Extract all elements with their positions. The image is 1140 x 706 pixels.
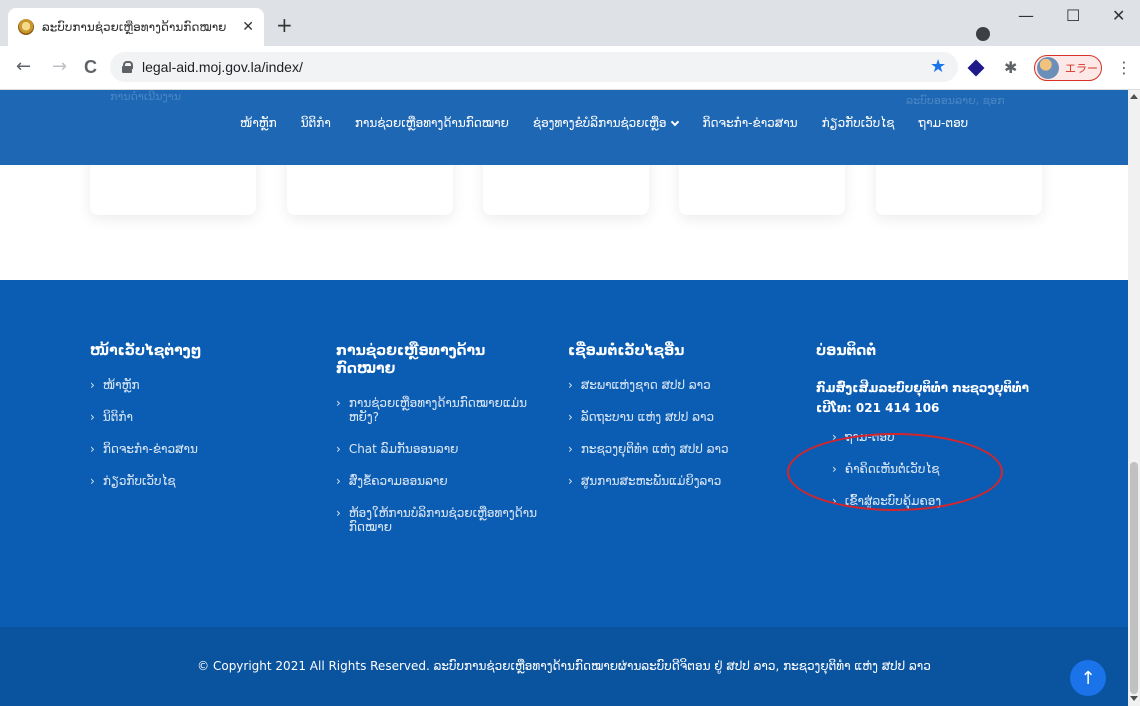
contact-organization: ກົມສົ່ງເສີມລະບົບຍຸຕິທຳ ກະຊວງຍຸຕິທຳ: [816, 381, 1029, 395]
new-tab-button[interactable]: +: [276, 15, 293, 35]
footer-link[interactable]: › ຫ້ອງໃຫ້ການບໍລິການຊ່ວຍເຫຼືອທາງດ້ານກົດໝາຍ: [336, 506, 546, 534]
window-maximize-button[interactable]: ☐: [1066, 6, 1080, 25]
forward-button[interactable]: →: [52, 58, 67, 76]
chevron-right-icon: ›: [336, 396, 341, 410]
arrow-up-icon: ↑: [1080, 667, 1096, 689]
profile-error-button[interactable]: エラー: [1034, 55, 1102, 81]
page-viewport: ການດຳເນີນງານ ລະບົບອອນລາຍ, ຊອກ ໜ້າຫຼັກ ນິ…: [0, 90, 1128, 706]
footer-link-label: ນິຕິກຳ: [102, 410, 133, 424]
footer-column-external-links: ເຊື່ອມຕໍ່ເວັບໄຊອື່ນ › ສະພາແຫ່ງຊາດ ສປປ ລາວ…: [568, 342, 778, 506]
footer-link[interactable]: › ລັດຖະບານ ແຫ່ງ ສປປ ລາວ: [568, 410, 778, 424]
footer-link-label: ກິດຈະກຳ-ຂ່າວສານ: [102, 442, 198, 456]
chevron-right-icon: ›: [568, 378, 573, 392]
footer-heading: ການຊ່ວຍເຫຼືອທາງດ້ານກົດໝາຍ: [336, 343, 486, 377]
tab-title: ລະບົບການຊ່ວຍເຫຼືອທາງດ້ານກົດໝາຍ: [42, 20, 227, 34]
contact-info: ກົມສົ່ງເສີມລະບົບຍຸຕິທຳ ກະຊວງຍຸຕິທຳ ເບີໂທ…: [816, 378, 1066, 418]
card-text-behind-nav: ການດຳເນີນງານ: [110, 90, 181, 103]
nav-item-request-channels[interactable]: ຊ່ອງທາງຂໍບໍລິການຊ່ວຍເຫຼືອ: [532, 116, 680, 130]
back-to-top-button[interactable]: ↑: [1070, 660, 1106, 696]
reload-button[interactable]: C: [84, 58, 97, 76]
chevron-right-icon: ›: [90, 378, 95, 392]
footer-link[interactable]: › ກ່ຽວກັບເວັບໄຊ: [90, 474, 290, 488]
scrollbar-thumb[interactable]: [1130, 462, 1138, 694]
browser-tabstrip: ລະບົບການຊ່ວຍເຫຼືອທາງດ້ານກົດໝາຍ ✕ + — ☐ ✕: [0, 0, 1140, 46]
browser-toolbar: ← → C legal-aid.moj.gov.la/index/ ★ ✱ エラ…: [0, 46, 1140, 90]
profile-indicator-icon[interactable]: [976, 27, 990, 41]
chevron-right-icon: ›: [336, 506, 341, 520]
window-close-button[interactable]: ✕: [1112, 6, 1125, 25]
footer-link-label: ກະຊວງຍຸຕິທຳ ແຫ່ງ ສປປ ລາວ: [580, 442, 729, 456]
annotation-ellipse: [787, 433, 1003, 511]
bookmark-star-icon[interactable]: ★: [930, 58, 946, 76]
nav-item-label: ຊ່ອງທາງຂໍບໍລິການຊ່ວຍເຫຼືອ: [532, 116, 667, 130]
main-navigation: ການດຳເນີນງານ ລະບົບອອນລາຍ, ຊອກ ໜ້າຫຼັກ ນິ…: [0, 90, 1128, 165]
nav-menu: ໜ້າຫຼັກ ນິຕິກຳ ການຊ່ວຍເຫຼືອທາງດ້ານກົດໝາຍ…: [240, 116, 992, 130]
footer-link[interactable]: › ໜ້າຫຼັກ: [90, 378, 290, 392]
chevron-right-icon: ›: [568, 474, 573, 488]
chevron-right-icon: ›: [568, 442, 573, 456]
footer-link-label: ຫ້ອງໃຫ້ການບໍລິການຊ່ວຍເຫຼືອທາງດ້ານກົດໝາຍ: [348, 506, 538, 534]
window-minimize-button[interactable]: —: [1018, 6, 1034, 25]
footer-heading: ບ່ອນຕິດຕໍ່: [816, 343, 877, 359]
footer-link[interactable]: › ກິດຈະກຳ-ຂ່າວສານ: [90, 442, 290, 456]
browser-tab[interactable]: ລະບົບການຊ່ວຍເຫຼືອທາງດ້ານກົດໝາຍ ✕: [8, 8, 264, 46]
card-text-behind-nav: ລະບົບອອນລາຍ, ຊອກ: [906, 94, 1005, 107]
nav-item-legislation[interactable]: ນິຕິກຳ: [301, 116, 331, 130]
scroll-down-arrow-icon[interactable]: [1130, 696, 1138, 701]
nav-item-home[interactable]: ໜ້າຫຼັກ: [240, 116, 277, 130]
chevron-right-icon: ›: [90, 442, 95, 456]
footer-heading: ເຊື່ອມຕໍ່ເວັບໄຊອື່ນ: [568, 343, 685, 359]
lock-icon: [122, 61, 133, 73]
footer-column-pages: ໜ້າເວັບໄຊຕ່າງໆ › ໜ້າຫຼັກ › ນິຕິກຳ › ກິດຈະກຳ…: [90, 342, 290, 506]
profile-error-label: エラー: [1065, 62, 1098, 75]
chevron-right-icon: ›: [336, 474, 341, 488]
extensions-puzzle-icon[interactable]: ✱: [1004, 58, 1017, 77]
url-text: legal-aid.moj.gov.la/index/: [142, 59, 303, 75]
footer-link[interactable]: › ກະຊວງຍຸຕິທຳ ແຫ່ງ ສປປ ລາວ: [568, 442, 778, 456]
copyright-text: © Copyright 2021 All Rights Reserved. ລະ…: [197, 659, 931, 673]
footer-heading: ໜ້າເວັບໄຊຕ່າງໆ: [90, 343, 202, 359]
browser-menu-icon[interactable]: ⋮: [1116, 58, 1132, 77]
footer-link[interactable]: › ສົ່ງຂໍ້ຄວາມອອນລາຍ: [336, 474, 546, 488]
footer-link-label: ສະພາແຫ່ງຊາດ ສປປ ລາວ: [580, 378, 711, 392]
nav-item-news[interactable]: ກິດຈະກຳ-ຂ່າວສານ: [702, 116, 797, 130]
nav-item-faq[interactable]: ຖາມ-ຕອບ: [918, 116, 968, 130]
extension-icon[interactable]: [967, 59, 985, 77]
chevron-down-icon: [671, 117, 680, 126]
footer-link-label: ການຊ່ວຍເຫຼືອທາງດ້ານກົດໝາຍແມ່ນຫຍັງ?: [348, 396, 528, 424]
chevron-right-icon: ›: [90, 410, 95, 424]
scroll-up-arrow-icon[interactable]: [1130, 94, 1138, 99]
footer-link-label: ສົ່ງຂໍ້ຄວາມອອນລາຍ: [348, 474, 448, 488]
footer-link[interactable]: › ສະພາແຫ່ງຊາດ ສປປ ລາວ: [568, 378, 778, 392]
chevron-right-icon: ›: [90, 474, 95, 488]
site-favicon-icon: [18, 19, 34, 35]
footer-link[interactable]: › Chat ລົມກັນອອນລາຍ: [336, 442, 546, 456]
contact-phone: ເບີໂທ: 021 414 106: [816, 401, 940, 415]
footer-link[interactable]: › ສູນການສະຫະພັນແມ່ຍິງລາວ: [568, 474, 778, 488]
footer-link-label: ກ່ຽວກັບເວັບໄຊ: [102, 474, 176, 488]
chevron-right-icon: ›: [336, 442, 341, 456]
footer-link[interactable]: › ການຊ່ວຍເຫຼືອທາງດ້ານກົດໝາຍແມ່ນຫຍັງ?: [336, 396, 546, 424]
chevron-right-icon: ›: [568, 410, 573, 424]
footer-link[interactable]: › ນິຕິກຳ: [90, 410, 290, 424]
footer-link-label: Chat ລົມກັນອອນລາຍ: [348, 442, 459, 456]
tab-close-icon[interactable]: ✕: [242, 19, 254, 35]
footer-link-label: ລັດຖະບານ ແຫ່ງ ສປປ ລາວ: [580, 410, 715, 424]
address-bar[interactable]: legal-aid.moj.gov.la/index/: [110, 52, 958, 82]
footer-link-label: ສູນການສະຫະພັນແມ່ຍິງລາວ: [580, 474, 722, 488]
nav-item-legal-aid[interactable]: ການຊ່ວຍເຫຼືອທາງດ້ານກົດໝາຍ: [355, 116, 509, 130]
page-scrollbar[interactable]: [1128, 90, 1140, 706]
footer-column-legal-aid: ການຊ່ວຍເຫຼືອທາງດ້ານກົດໝາຍ › ການຊ່ວຍເຫຼືອທ…: [336, 342, 546, 552]
nav-item-about[interactable]: ກ່ຽວກັບເວັບໄຊ: [822, 116, 895, 130]
back-button[interactable]: ←: [16, 58, 31, 76]
footer-link-label: ໜ້າຫຼັກ: [102, 378, 140, 392]
avatar: [1037, 57, 1059, 79]
copyright-bar: © Copyright 2021 All Rights Reserved. ລະ…: [0, 627, 1128, 706]
